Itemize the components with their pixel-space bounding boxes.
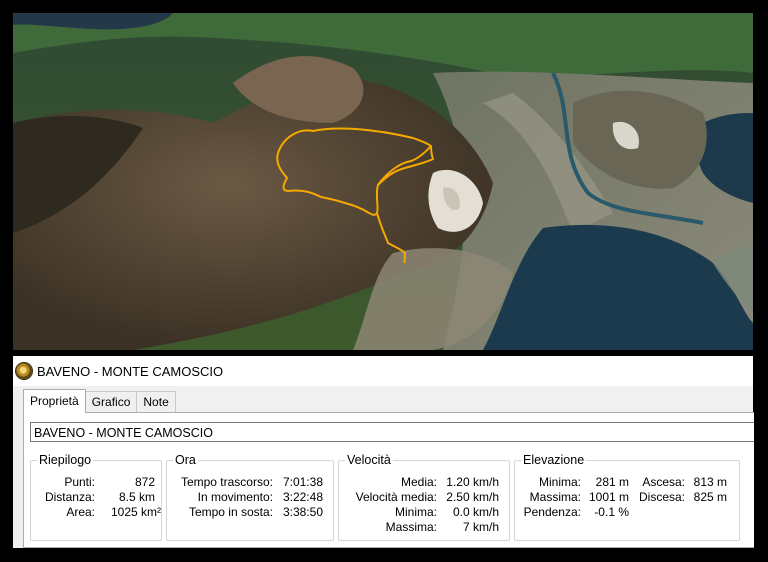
elevazione-value: 281 m	[595, 475, 629, 489]
ora-label: In movimento:	[197, 490, 273, 504]
ora-label: Tempo in sosta:	[188, 505, 273, 519]
elevazione-value: 813 m	[693, 475, 727, 489]
elevazione-label: Pendenza:	[523, 505, 581, 519]
tab-content-proprieta: BAVENO - MONTE CAMOSCIO Riepilogo Punti:…	[23, 412, 754, 548]
tab-strip: Proprietà Grafico Note	[23, 388, 176, 413]
ora-label: Tempo trascorso:	[180, 475, 273, 489]
velocita-value: 0.0 km/h	[452, 505, 499, 519]
velocita-value: 7 km/h	[462, 520, 499, 534]
track-properties-panel: BAVENO - MONTE CAMOSCIO Proprietà Grafic…	[13, 356, 754, 548]
terrain-map-view[interactable]	[13, 13, 753, 350]
riepilogo-label: Punti:	[64, 475, 95, 489]
riepilogo-label: Area:	[66, 505, 95, 519]
ora-title: Ora	[175, 453, 196, 467]
riepilogo-value: 8.5 km	[118, 490, 155, 504]
velocita-value: 2.50 km/h	[446, 490, 499, 504]
velocita-label: Minima:	[394, 505, 437, 519]
elevazione-value: 825 m	[693, 490, 727, 504]
elevazione-label: Minima:	[538, 475, 581, 489]
tab-grafico[interactable]: Grafico	[84, 391, 138, 412]
ora-value: 7:01:38	[282, 475, 323, 489]
velocita-label: Velocità media:	[355, 490, 437, 504]
riepilogo-value: 1025 km²	[110, 505, 161, 519]
elevazione-value: 1001 m	[588, 490, 629, 504]
ora-value: 3:22:48	[282, 490, 323, 504]
velocita-group: Velocità Media: 1.20 km/h Velocità media:…	[338, 453, 510, 541]
tab-proprieta[interactable]: Proprietà	[23, 389, 86, 413]
riepilogo-value: 872	[134, 475, 155, 489]
velocita-title: Velocità	[347, 453, 391, 467]
elevazione-label: Discesa:	[638, 490, 685, 504]
elevazione-label: Ascesa:	[642, 475, 685, 489]
elevazione-title: Elevazione	[523, 453, 585, 467]
elevazione-value: -0.1 %	[594, 505, 629, 519]
ora-value: 3:38:50	[282, 505, 323, 519]
panel-title: BAVENO - MONTE CAMOSCIO	[37, 363, 224, 379]
riepilogo-group: Riepilogo Punti: 872 Distanza: 8.5 km Area…	[30, 453, 162, 541]
riepilogo-title: Riepilogo	[39, 453, 92, 467]
riepilogo-label: Distanza:	[44, 490, 95, 504]
panel-titlebar: BAVENO - MONTE CAMOSCIO	[13, 356, 753, 386]
velocita-label: Media:	[400, 475, 437, 489]
track-app-icon	[16, 363, 32, 379]
elevazione-label: Massima:	[529, 490, 581, 504]
satellite-terrain	[13, 13, 753, 350]
elevazione-group: Elevazione Minima: 281 m Massima: 1001 m P…	[514, 453, 740, 541]
velocita-value: 1.20 km/h	[446, 475, 499, 489]
ora-group: Ora Tempo trascorso: 7:01:38 In movimento…	[166, 453, 334, 541]
velocita-label: Massima:	[385, 520, 437, 534]
track-name-input[interactable]: BAVENO - MONTE CAMOSCIO	[30, 422, 754, 442]
tab-note[interactable]: Note	[136, 391, 176, 412]
